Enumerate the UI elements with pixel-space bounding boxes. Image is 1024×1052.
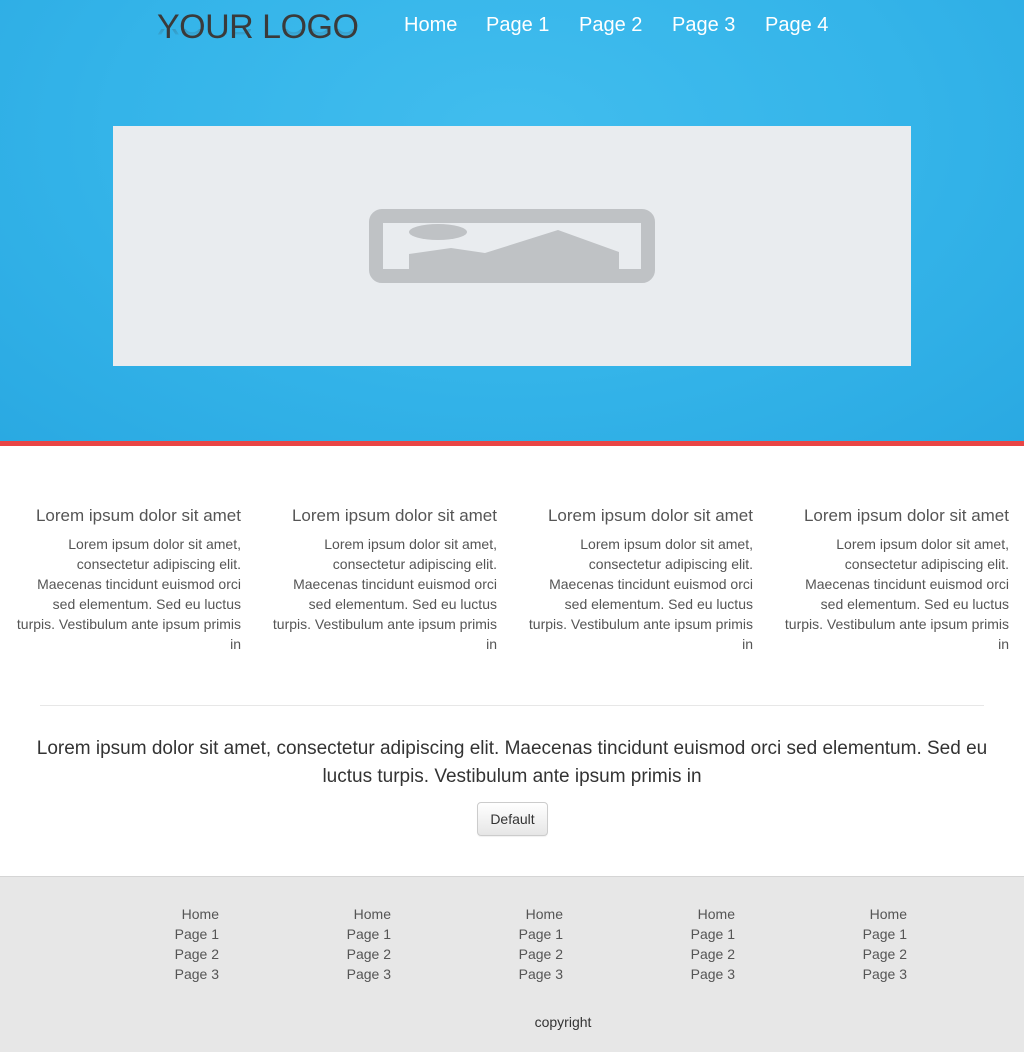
feature-title: Lorem ipsum dolor sit amet [291, 506, 497, 525]
hero-banner: YOUR LOGO YOUR LOGO Home Page 1 Page 2 P… [0, 0, 1024, 441]
feature-text: Lorem ipsum dolor sit amet, consectetur … [784, 536, 1009, 652]
footer-column: Home Page 1 Page 2 Page 3 [635, 904, 735, 984]
footer: Home Page 1 Page 2 Page 3 Home Page 1 Pa… [0, 876, 1024, 1052]
hero-accent-border [0, 441, 1024, 446]
feature-title: Lorem ipsum dolor sit amet [547, 506, 753, 525]
feature-column: Lorem ipsum dolor sit amet Lorem ipsum d… [781, 505, 1009, 654]
nav-page-1[interactable]: Page 1 [486, 12, 549, 38]
footer-link-page-3[interactable]: Page 3 [635, 964, 735, 984]
hero-image [113, 126, 911, 366]
footer-link-page-1[interactable]: Page 1 [291, 924, 391, 944]
footer-column: Home Page 1 Page 2 Page 3 [463, 904, 563, 984]
nav-page-3[interactable]: Page 3 [672, 12, 735, 38]
image-placeholder-icon [369, 209, 655, 283]
feature-text: Lorem ipsum dolor sit amet, consectetur … [272, 536, 497, 652]
footer-link-page-1[interactable]: Page 1 [463, 924, 563, 944]
feature-title: Lorem ipsum dolor sit amet [803, 506, 1009, 525]
feature-text: Lorem ipsum dolor sit amet, consectetur … [528, 536, 753, 652]
feature-title: Lorem ipsum dolor sit amet [35, 506, 241, 525]
footer-link-page-1[interactable]: Page 1 [119, 924, 219, 944]
nav-page-4[interactable]: Page 4 [765, 12, 828, 38]
footer-link-page-3[interactable]: Page 3 [291, 964, 391, 984]
footer-link-page-2[interactable]: Page 2 [463, 944, 563, 964]
footer-link-home[interactable]: Home [635, 904, 735, 924]
footer-link-page-2[interactable]: Page 2 [807, 944, 907, 964]
footer-link-page-1[interactable]: Page 1 [807, 924, 907, 944]
footer-link-page-3[interactable]: Page 3 [119, 964, 219, 984]
copyright-text: copyright [534, 1014, 592, 1030]
footer-link-page-1[interactable]: Page 1 [635, 924, 735, 944]
feature-column: Lorem ipsum dolor sit amet Lorem ipsum d… [269, 505, 497, 654]
main-nav: Home Page 1 Page 2 Page 3 Page 4 [0, 12, 1024, 40]
footer-link-page-2[interactable]: Page 2 [119, 944, 219, 964]
footer-link-home[interactable]: Home [463, 904, 563, 924]
footer-link-home[interactable]: Home [807, 904, 907, 924]
footer-link-page-2[interactable]: Page 2 [291, 944, 391, 964]
nav-page-2[interactable]: Page 2 [579, 12, 642, 38]
footer-column: Home Page 1 Page 2 Page 3 [291, 904, 391, 984]
footer-column: Home Page 1 Page 2 Page 3 [807, 904, 907, 984]
footer-link-page-3[interactable]: Page 3 [463, 964, 563, 984]
footer-link-page-2[interactable]: Page 2 [635, 944, 735, 964]
footer-link-home[interactable]: Home [291, 904, 391, 924]
footer-link-page-3[interactable]: Page 3 [807, 964, 907, 984]
lead-text: Lorem ipsum dolor sit amet, consectetur … [36, 738, 988, 787]
feature-column: Lorem ipsum dolor sit amet Lorem ipsum d… [525, 505, 753, 654]
feature-column: Lorem ipsum dolor sit amet Lorem ipsum d… [13, 505, 241, 654]
footer-link-home[interactable]: Home [119, 904, 219, 924]
footer-column: Home Page 1 Page 2 Page 3 [119, 904, 219, 984]
default-button[interactable]: Default [477, 802, 548, 836]
nav-home[interactable]: Home [404, 12, 457, 38]
section-divider [40, 705, 984, 706]
feature-text: Lorem ipsum dolor sit amet, consectetur … [16, 536, 241, 652]
